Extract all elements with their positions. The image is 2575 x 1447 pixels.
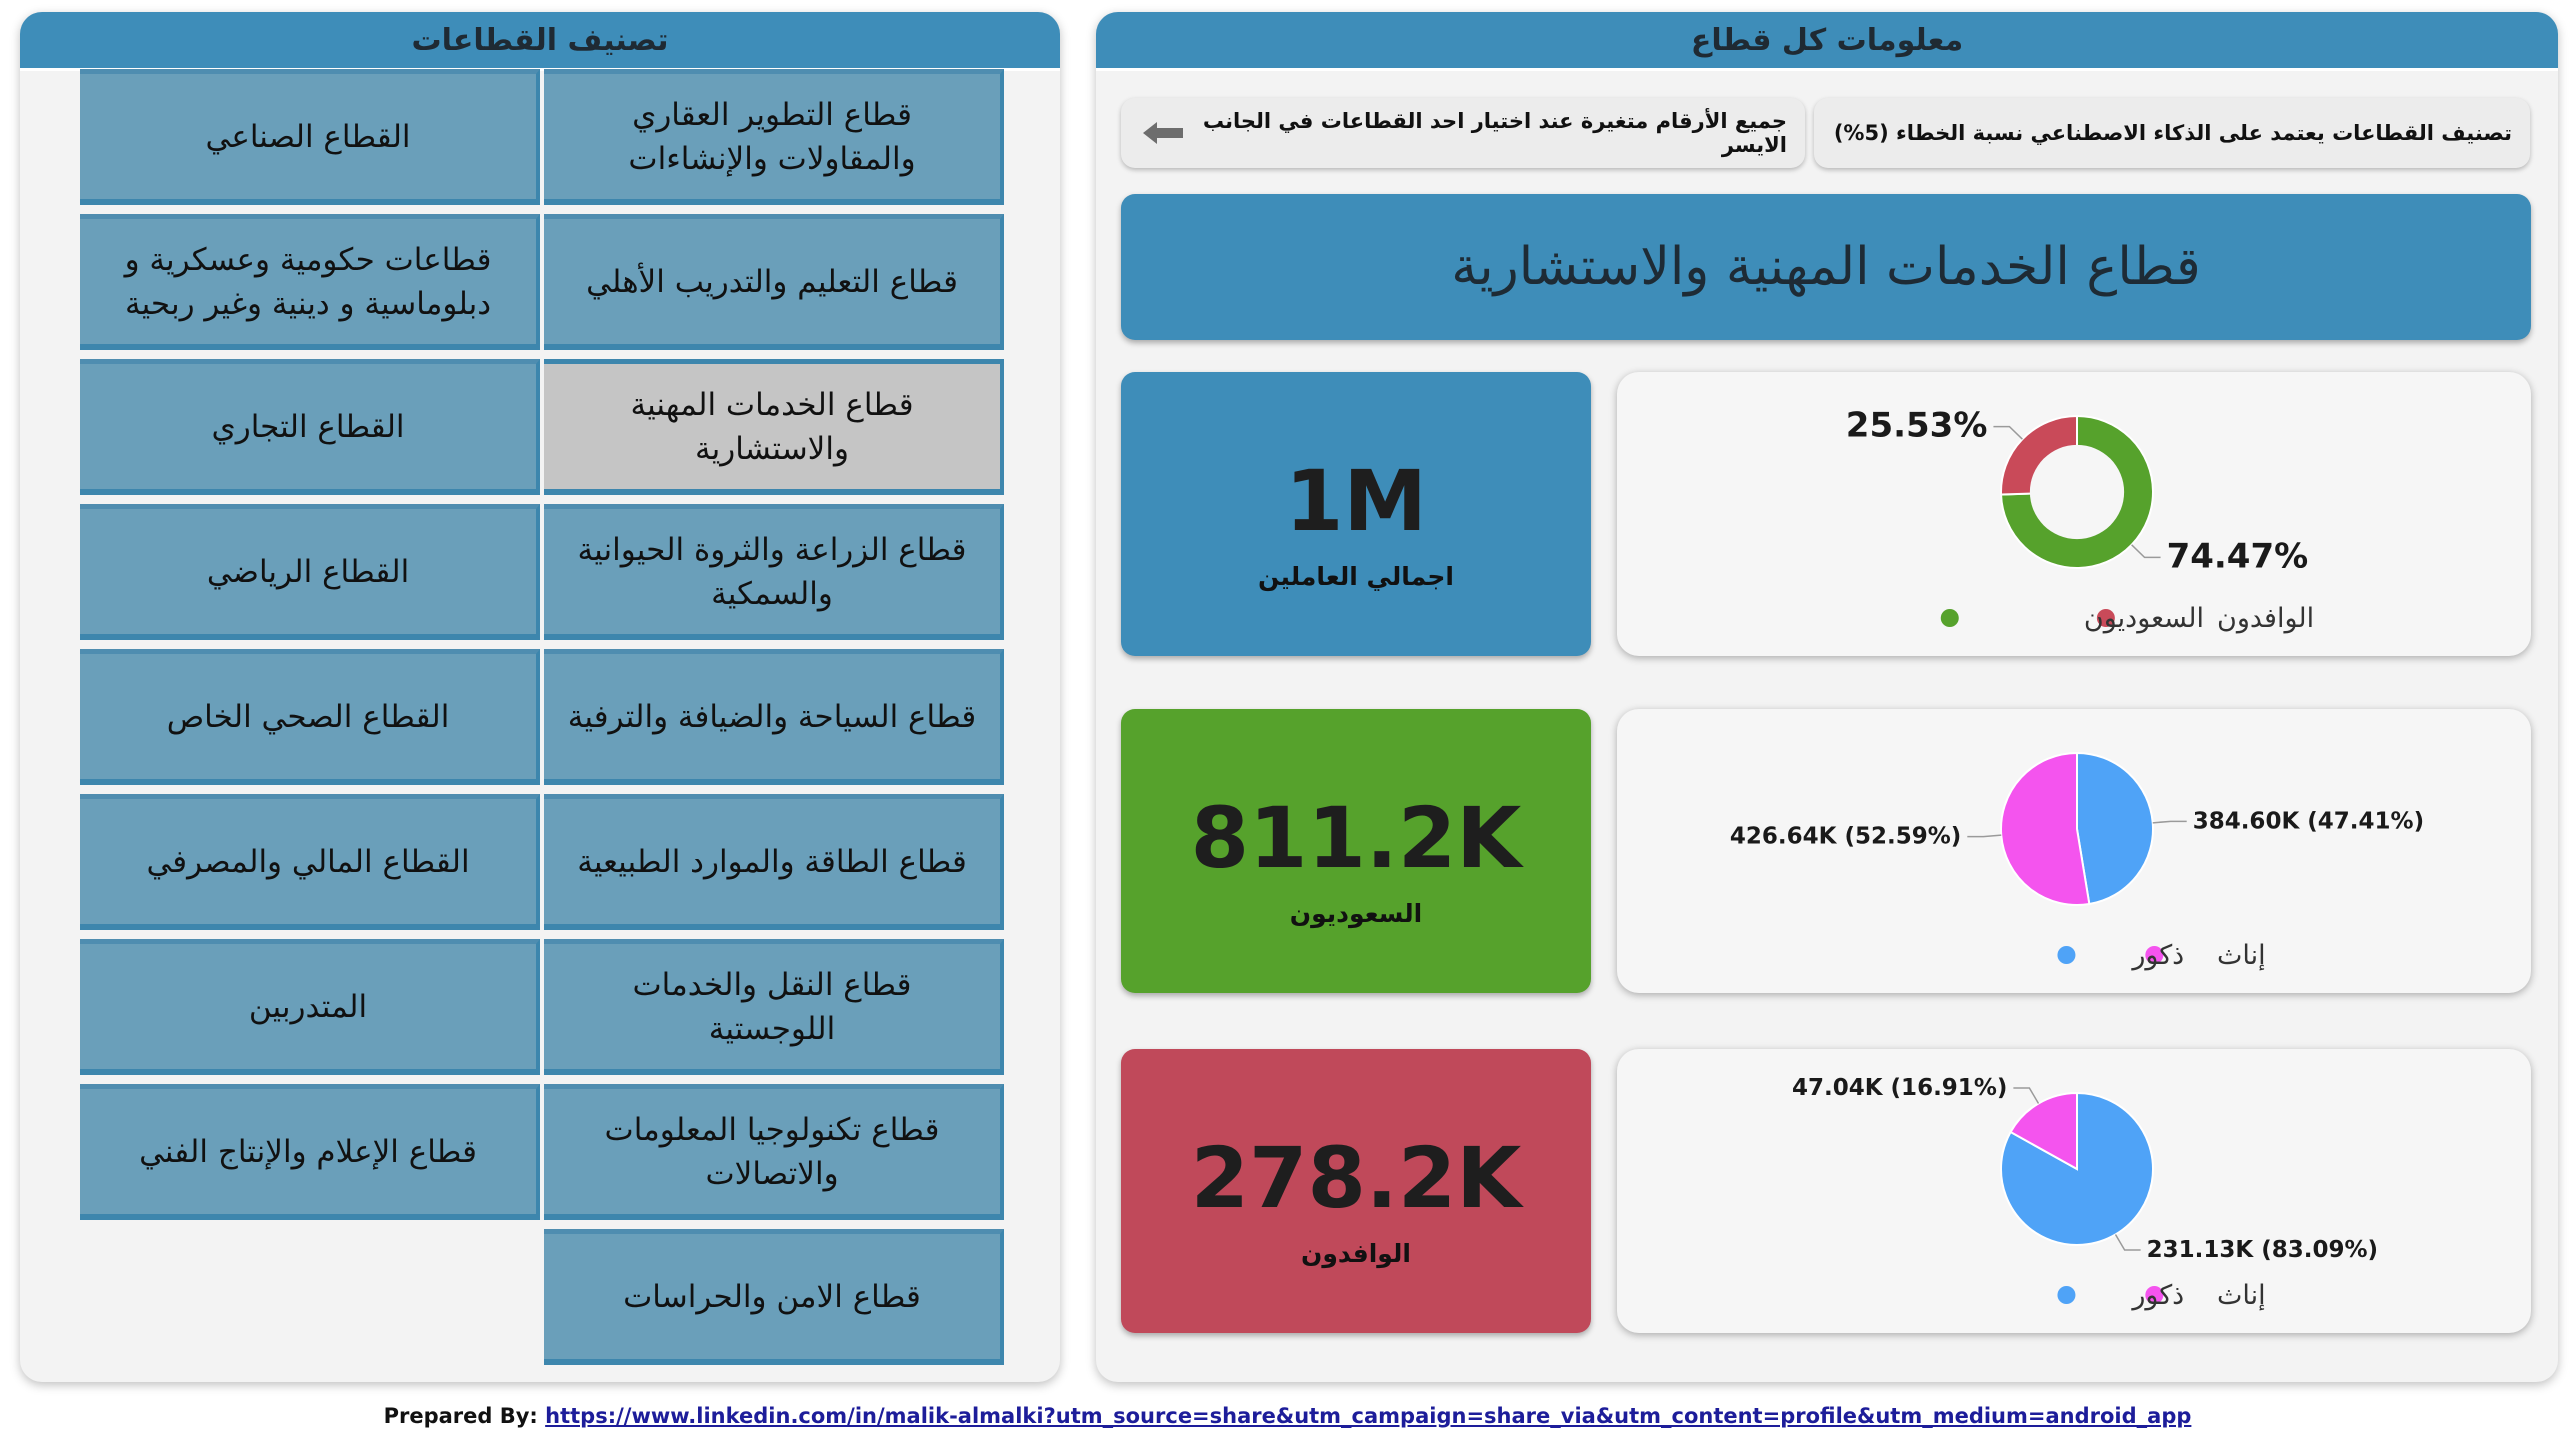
kpi-saudis-label: السعوديون	[1289, 899, 1423, 928]
saudi-gender-pie-chart: 384.60K (47.41%) 426.64K (52.59%) إناث ذكور	[1730, 751, 2424, 971]
selected-sector-title: قطاع الخدمات المهنية والاستشارية	[1121, 194, 2531, 340]
leader-line	[1967, 834, 2002, 838]
pie-data-label: 384.60K (47.41%)	[2193, 808, 2424, 834]
legend-label: السعوديون	[2084, 603, 2204, 634]
pie-data-label: 231.13K (83.09%)	[2147, 1237, 2378, 1263]
sector-button[interactable]: قطاع الامن والحراسات	[544, 1229, 1004, 1365]
legend-marker[interactable]	[1940, 609, 1959, 627]
sector-button[interactable]: القطاع الرياضي	[80, 504, 540, 640]
info-panel: معلومات كل قطاع تصنيف القطاعات يعتمد على…	[1096, 12, 2558, 1382]
pie-data-label: 74.47%	[2167, 536, 2309, 576]
legend-label: ذكور	[2130, 1280, 2184, 1311]
pie-slice[interactable]	[2076, 751, 2154, 906]
leader-line	[2152, 820, 2187, 824]
arrow-left-icon[interactable]	[1139, 118, 1187, 148]
sector-button[interactable]: قطاع الإعلام والإنتاج الفني	[80, 1084, 540, 1220]
leader-line	[1993, 425, 2023, 440]
legend-label: الوافدون	[2217, 603, 2314, 634]
pie-data-label: 47.04K (16.91%)	[1792, 1075, 2007, 1101]
sector-button[interactable]: قطاعات حكومية وعسكرية و دبلوماسية و ديني…	[80, 214, 540, 350]
sector-button[interactable]: قطاع الطاقة والموارد الطبيعية	[544, 794, 1004, 930]
info-panel-title: معلومات كل قطاع	[1096, 12, 2558, 71]
dynamic-note: جميع الأرقام متغيرة عند اختيار احد القطا…	[1121, 98, 1805, 168]
sector-button[interactable]: المتدربين	[80, 939, 540, 1075]
leader-line	[2114, 1234, 2141, 1251]
pie-data-label: 25.53%	[1846, 406, 1988, 446]
sector-panel-title: تصنيف القطاعات	[20, 12, 1060, 71]
leader-line	[2131, 544, 2161, 559]
legend-label: ذكور	[2130, 940, 2184, 971]
expat-gender-pie-chart: 231.13K (83.09%) 47.04K (16.91%) إناث ذكور	[1792, 1075, 2378, 1311]
sector-button[interactable]: قطاع الخدمات المهنية والاستشارية	[544, 359, 1004, 495]
chart-card-expat-gender: 231.13K (83.09%) 47.04K (16.91%) إناث ذكور	[1617, 1049, 2531, 1333]
kpi-total-value: 1M	[1284, 452, 1428, 550]
sector-button[interactable]: القطاع المالي والمصرفي	[80, 794, 540, 930]
footer: Prepared By: https://www.linkedin.com/in…	[0, 1404, 2575, 1428]
sector-button[interactable]: قطاع التعليم والتدريب الأهلي	[544, 214, 1004, 350]
nationality-donut-chart: 74.47% 25.53% الوافدون السعوديون	[1846, 406, 2314, 634]
footer-prefix: Prepared By:	[383, 1404, 538, 1428]
sector-button[interactable]: القطاع الصناعي	[80, 69, 540, 205]
leader-line	[2013, 1087, 2040, 1104]
kpi-expats-value: 278.2K	[1190, 1129, 1522, 1227]
dynamic-note-text: جميع الأرقام متغيرة عند اختيار احد القطا…	[1202, 109, 1787, 157]
kpi-saudis-value: 811.2K	[1190, 789, 1522, 887]
kpi-total-workers: 1M اجمالي العاملين	[1121, 372, 1591, 656]
kpi-total-label: اجمالي العاملين	[1258, 562, 1454, 591]
sector-button[interactable]: القطاع التجاري	[80, 359, 540, 495]
kpi-saudis: 811.2K السعوديون	[1121, 709, 1591, 993]
chart-card-nationality: 74.47% 25.53% الوافدون السعوديون	[1617, 372, 2531, 656]
kpi-expats-label: الوافدون	[1301, 1239, 1411, 1268]
sector-button[interactable]: قطاع الزراعة والثروة الحيوانية والسمكية	[544, 504, 1004, 640]
sector-button[interactable]: قطاع التطوير العقاري والمقاولات والإنشاء…	[544, 69, 1004, 205]
chart-card-saudi-gender: 384.60K (47.41%) 426.64K (52.59%) إناث ذكور	[1617, 709, 2531, 993]
legend-label: إناث	[2217, 940, 2266, 971]
pie-data-label: 426.64K (52.59%)	[1730, 824, 1961, 850]
donut-hole	[2029, 444, 2125, 540]
ai-note: تصنيف القطاعات يعتمد على الذكاء الاصطناع…	[1814, 98, 2530, 168]
legend-label: إناث	[2217, 1280, 2266, 1311]
sector-button[interactable]: القطاع الصحي الخاص	[80, 649, 540, 785]
footer-link[interactable]: https://www.linkedin.com/in/malik-almalk…	[545, 1404, 2191, 1428]
legend-marker[interactable]	[2057, 946, 2076, 964]
sector-button[interactable]: قطاع السياحة والضيافة والترفية	[544, 649, 1004, 785]
sector-panel: تصنيف القطاعات قطاع التطوير العقاري والم…	[20, 12, 1060, 1382]
pie-slice[interactable]	[2000, 751, 2091, 906]
kpi-expats: 278.2K الوافدون	[1121, 1049, 1591, 1333]
ai-note-text: تصنيف القطاعات يعتمد على الذكاء الاصطناع…	[1833, 121, 2512, 145]
sector-button[interactable]: قطاع تكنولوجيا المعلومات والاتصالات	[544, 1084, 1004, 1220]
sector-button[interactable]: قطاع النقل والخدمات اللوجستية	[544, 939, 1004, 1075]
legend-marker[interactable]	[2057, 1286, 2076, 1304]
